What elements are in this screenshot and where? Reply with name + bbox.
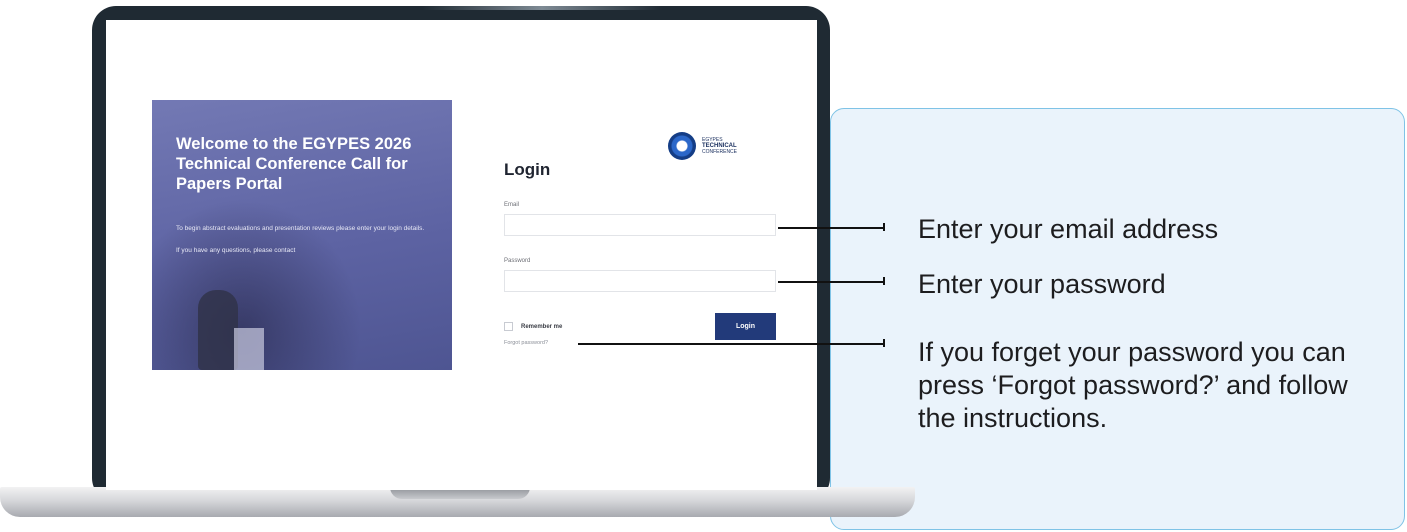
email-input[interactable] [504,214,776,236]
welcome-intro: To begin abstract evaluations and presen… [176,225,425,232]
forgot-callout-line [578,343,884,345]
password-callout-tick [883,277,885,285]
login-panel: EGYPES TECHNICAL CONFERENCE Login Email … [486,100,798,370]
password-callout-line [778,281,884,283]
speaker-figure [198,290,238,370]
logo-text: EGYPES TECHNICAL CONFERENCE [702,137,738,155]
callout-panel [830,108,1405,530]
forgot-callout-tick [883,339,885,347]
welcome-title: Welcome to the EGYPES 2026 Technical Con… [176,135,412,193]
password-callout-text: Enter your password [918,269,1166,299]
password-input[interactable] [504,270,776,292]
email-callout-text: Enter your email address [918,214,1219,244]
login-button[interactable]: Login [715,313,776,340]
email-callout-tick [883,223,885,231]
password-label: Password [504,258,531,264]
login-heading: Login [504,160,551,179]
logo-mark-icon [668,132,696,160]
remember-me-checkbox[interactable] [504,322,513,331]
forgot-callout-text: If you forget your password you can pres… [918,337,1348,433]
podium [234,328,264,370]
forgot-password-link[interactable]: Forgot password? [504,340,548,346]
egypes-logo: EGYPES TECHNICAL CONFERENCE [668,132,737,160]
email-callout-line [778,227,884,229]
illustration-stage: Welcome to the EGYPES 2026 Technical Con… [0,0,1407,532]
remember-me[interactable]: Remember me [504,322,562,331]
welcome-contact: If you have any questions, please contac… [176,247,296,254]
email-label: Email [504,202,520,208]
laptop-screen: Welcome to the EGYPES 2026 Technical Con… [106,20,817,490]
remember-me-label: Remember me [521,323,563,330]
welcome-hero: Welcome to the EGYPES 2026 Technical Con… [152,100,452,370]
contact-email-link[interactable] [176,257,296,264]
